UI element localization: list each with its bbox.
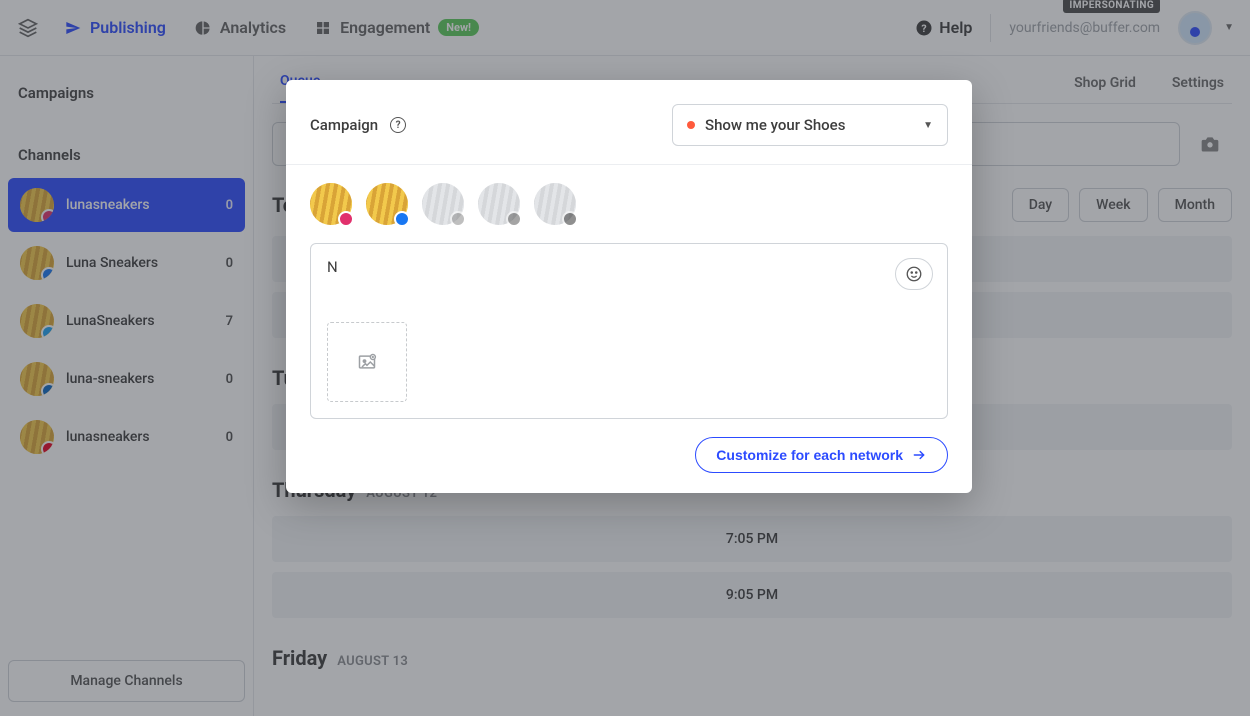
account-toggle[interactable]	[366, 183, 408, 225]
emoji-button[interactable]	[895, 258, 933, 290]
campaign-select[interactable]: Show me your Shoes ▼	[672, 104, 948, 146]
fb-icon	[394, 211, 410, 227]
compose-modal: Campaign ? Show me your Shoes ▼ Customiz…	[286, 80, 972, 493]
tw-icon	[450, 211, 466, 227]
campaign-selected-value: Show me your Shoes	[705, 116, 845, 134]
help-icon[interactable]: ?	[390, 117, 406, 133]
arrow-right-icon	[911, 448, 927, 462]
account-toggle[interactable]	[422, 183, 464, 225]
li-icon	[506, 211, 522, 227]
modal-footer: Customize for each network	[286, 425, 972, 473]
pn-icon	[562, 211, 578, 227]
account-toggle[interactable]	[310, 183, 352, 225]
account-toggle[interactable]	[478, 183, 520, 225]
account-toggle[interactable]	[534, 183, 576, 225]
modal-body	[286, 165, 972, 425]
composer	[310, 243, 948, 419]
customize-for-each-network-button[interactable]: Customize for each network	[695, 437, 948, 473]
modal-header: Campaign ? Show me your Shoes ▼	[286, 80, 972, 165]
chevron-down-icon: ▼	[923, 120, 933, 131]
account-selector-row	[310, 183, 948, 225]
ig-icon	[338, 211, 354, 227]
image-upload-dropzone[interactable]	[327, 322, 407, 402]
customize-label: Customize for each network	[716, 447, 903, 463]
campaign-label: Campaign	[310, 116, 378, 134]
campaign-color-dot	[687, 121, 695, 129]
composer-textarea[interactable]	[327, 258, 871, 298]
